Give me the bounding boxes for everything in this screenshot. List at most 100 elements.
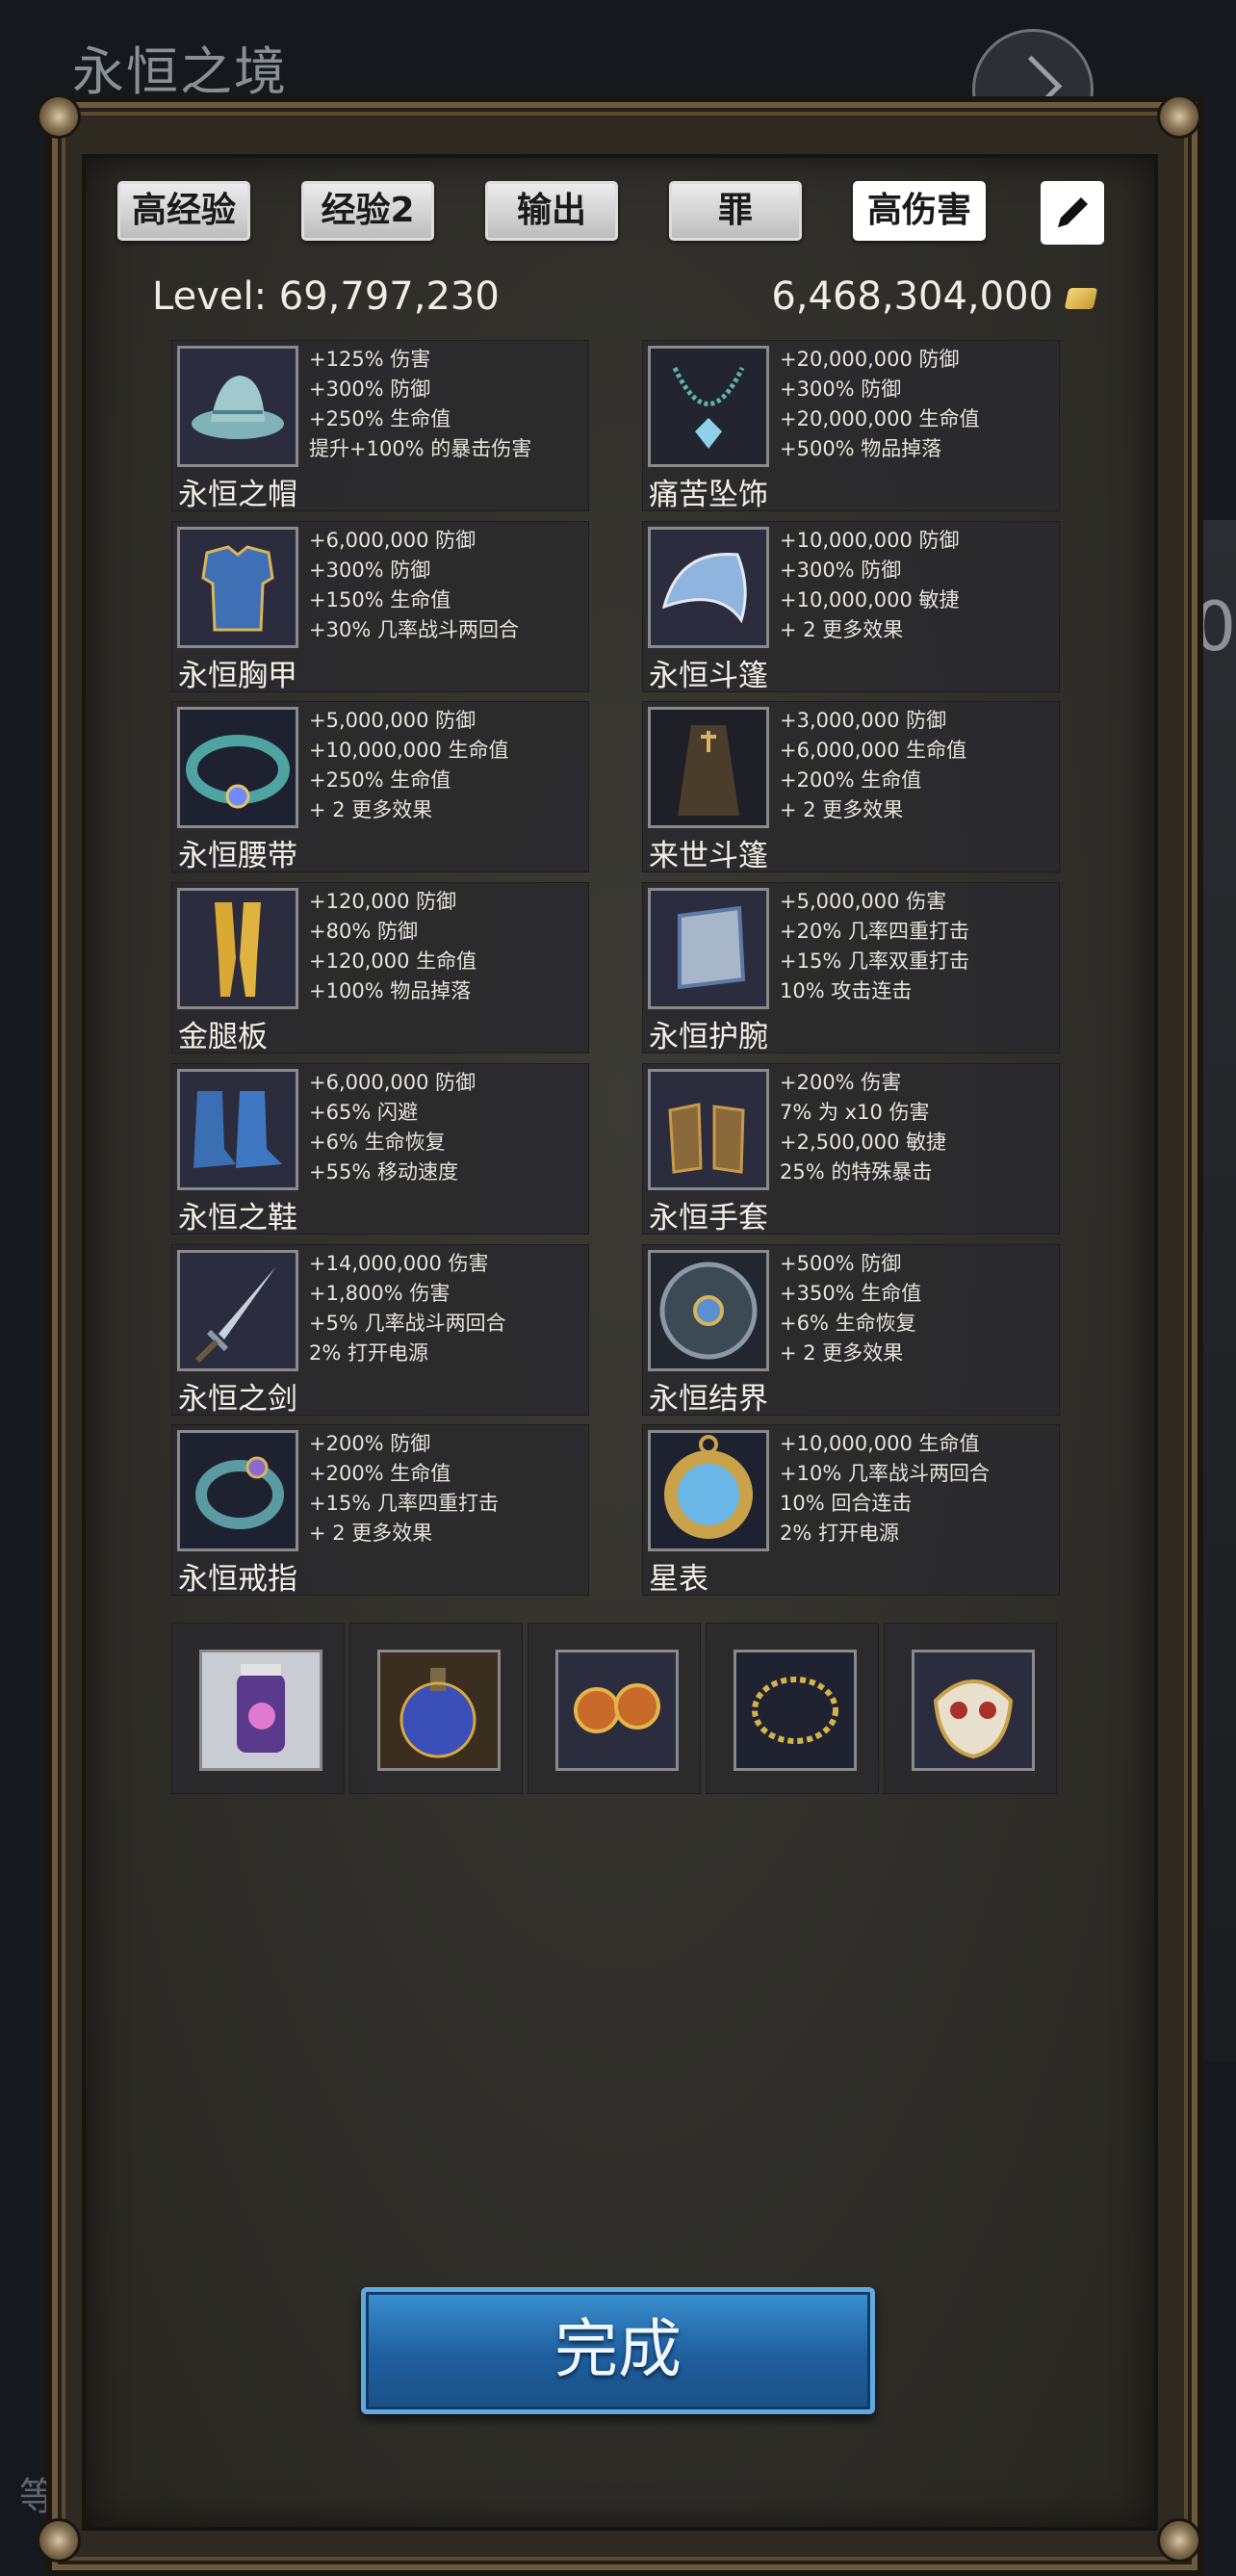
equipment-stat-line: 10% 攻击连击	[780, 979, 913, 1002]
equipment-name: 永恒腰带	[178, 839, 297, 873]
equipment-stat-line: +5% 几率战斗两回合	[309, 1312, 506, 1335]
equipment-stat-line: +3,000,000 防御	[780, 709, 947, 732]
equipment-stat-line: +6,000,000 防御	[309, 1071, 476, 1094]
equipment-slot[interactable]: +6,000,000 防御 +65% 闪避 +6% 生命恢复 +55% 移动速度 永恒之…	[171, 1063, 589, 1236]
equipment-stats: +200% 防御 +200% 生命值 +15% 几率四重打击 + 2 更多效果	[309, 1429, 499, 1548]
equipment-stat-line: +55% 移动速度	[309, 1160, 458, 1184]
equipment-stat-line: + 2 更多效果	[309, 1522, 433, 1545]
sword-icon	[177, 1250, 298, 1371]
tab-high-exp[interactable]: 高经验	[117, 181, 250, 241]
tab-exp2[interactable]: 经验2	[301, 181, 434, 241]
equipment-stat-line: +200% 生命值	[309, 1462, 451, 1485]
pauldron-icon	[648, 527, 769, 648]
equipment-stats: +3,000,000 防御 +6,000,000 生命值 +200% 生命值 + 2 …	[780, 706, 966, 825]
equipment-stat-line: +6,000,000 防御	[309, 529, 476, 552]
equipment-stat-line: +80% 防御	[309, 920, 418, 943]
tab-output[interactable]: 输出	[485, 181, 618, 241]
pocket-watch-icon	[648, 1430, 769, 1551]
equipment-stat-line: +6% 生命恢复	[780, 1312, 916, 1335]
equipment-stat-line: +500% 物品掉落	[780, 437, 942, 460]
equipment-name: 永恒之帽	[178, 478, 297, 512]
equipment-stats: +5,000,000 防御 +10,000,000 生命值 +250% 生命值 + 2…	[309, 706, 509, 825]
consumable-slot[interactable]	[528, 1623, 701, 1794]
equipment-slot[interactable]: +6,000,000 防御 +300% 防御 +150% 生命值 +30% 几率战斗两…	[171, 521, 589, 693]
equipment-stat-line: +6,000,000 生命值	[780, 739, 967, 762]
equipment-stat-line: +500% 防御	[780, 1252, 902, 1275]
equipment-stat-line: 25% 的特殊暴击	[780, 1160, 933, 1184]
background-title: 永恒之境	[72, 41, 288, 102]
equipment-slot[interactable]: +125% 伤害 +300% 防御 +250% 生命值 提升+100% 的暴击伤害 永恒…	[171, 340, 589, 512]
equipment-slot[interactable]: +20,000,000 防御 +300% 防御 +20,000,000 生命值 +50…	[642, 340, 1060, 512]
equipment-stat-line: +120,000 防御	[309, 890, 457, 913]
consumable-slot[interactable]	[349, 1623, 523, 1794]
equipment-stat-line: +65% 闪避	[309, 1101, 418, 1124]
frame-corner-ornament-icon	[37, 2518, 81, 2563]
equipment-slot[interactable]: +5,000,000 伤害 +20% 几率四重打击 +15% 几率双重打击 10% 攻…	[642, 882, 1060, 1054]
equipment-stat-line: +250% 生命值	[309, 768, 451, 792]
equipment-name: 星表	[649, 1562, 708, 1597]
equipment-stat-line: +150% 生命值	[309, 588, 451, 611]
equipment-stats: +125% 伤害 +300% 防御 +250% 生命值 提升+100% 的暴击伤害	[309, 345, 531, 464]
equipment-stat-line: +14,000,000 伤害	[309, 1252, 489, 1275]
equipment-stats: +500% 防御 +350% 生命值 +6% 生命恢复 + 2 更多效果	[780, 1249, 921, 1368]
thorn-crown-icon	[734, 1650, 857, 1771]
equipment-stat-line: +20,000,000 防御	[780, 348, 960, 371]
equipment-stat-line: +300% 防御	[780, 559, 902, 582]
tab-sin[interactable]: 罪	[669, 181, 802, 241]
edit-loadout-button[interactable]	[1041, 181, 1104, 245]
equipment-slot[interactable]: +120,000 防御 +80% 防御 +120,000 生命值 +100% 物品掉落…	[171, 882, 589, 1054]
shield-icon	[648, 1250, 769, 1371]
pencil-icon	[1058, 197, 1088, 227]
level-label: Level:	[152, 274, 268, 319]
equipment-stat-line: +10% 几率战斗两回合	[780, 1462, 990, 1485]
equipment-slot[interactable]: +10,000,000 生命值 +10% 几率战斗两回合 10% 回合连击 2% 打开…	[642, 1424, 1060, 1597]
equipment-stat-line: 2% 打开电源	[780, 1522, 899, 1545]
equipment-name: 永恒之鞋	[178, 1201, 297, 1236]
equipment-stat-line: +200% 生命值	[780, 768, 922, 792]
equipment-name: 永恒护腕	[649, 1020, 768, 1054]
equipment-name: 永恒胸甲	[178, 659, 297, 693]
equipment-stat-line: +125% 伤害	[309, 348, 431, 371]
consumable-slot[interactable]	[884, 1623, 1057, 1794]
frame-corner-ornament-icon	[1157, 94, 1201, 139]
equipment-stat-line: +5,000,000 防御	[309, 709, 476, 732]
equipment-slot[interactable]: +14,000,000 伤害 +1,800% 伤害 +5% 几率战斗两回合 2% 打开…	[171, 1244, 589, 1417]
equipment-slot[interactable]: +5,000,000 防御 +10,000,000 生命值 +250% 生命值 + 2…	[171, 701, 589, 873]
done-button[interactable]: 完成	[361, 2287, 875, 2414]
equipment-stat-line: +10,000,000 生命值	[780, 1432, 980, 1455]
equipment-stat-line: +10,000,000 敏捷	[780, 588, 960, 611]
equipment-stat-line: +2,500,000 敏捷	[780, 1131, 947, 1154]
hat-icon	[177, 346, 298, 467]
equipment-stat-line: +300% 防御	[780, 377, 902, 401]
equipment-stat-line: +5,000,000 伤害	[780, 890, 947, 913]
done-button-label: 完成	[554, 2312, 682, 2386]
equipment-slot[interactable]: +200% 伤害 7% 为 x10 伤害 +2,500,000 敏捷 25% 的特殊暴…	[642, 1063, 1060, 1236]
bracer-icon	[648, 888, 769, 1009]
frame-corner-ornament-icon	[1157, 2518, 1201, 2563]
equipment-stat-line: +15% 几率双重打击	[780, 950, 969, 973]
equipment-stat-line: + 2 更多效果	[309, 798, 433, 821]
equipment-stats: +6,000,000 防御 +300% 防御 +150% 生命值 +30% 几率战斗两…	[309, 526, 519, 645]
equipment-slot[interactable]: +10,000,000 防御 +300% 防御 +10,000,000 敏捷 + 2 …	[642, 521, 1060, 693]
equipment-slot[interactable]: +200% 防御 +200% 生命值 +15% 几率四重打击 + 2 更多效果 永恒戒指	[171, 1424, 589, 1597]
equipment-slot[interactable]: +3,000,000 防御 +6,000,000 生命值 +200% 生命值 + 2 …	[642, 701, 1060, 873]
cloak-icon	[648, 707, 769, 828]
equipment-stat-line: +20% 几率四重打击	[780, 920, 969, 943]
consumable-slot[interactable]	[171, 1623, 345, 1794]
equipment-stat-line: +100% 物品掉落	[309, 979, 472, 1002]
equipment-stat-line: 2% 打开电源	[309, 1341, 428, 1365]
equipment-name: 永恒斗篷	[649, 659, 768, 693]
equipment-name: 永恒戒指	[178, 1562, 297, 1597]
consumable-slot[interactable]	[706, 1623, 879, 1794]
equipment-stat-line: +200% 防御	[309, 1432, 431, 1455]
equipment-name: 永恒结界	[649, 1382, 768, 1417]
equipment-stat-line: +30% 几率战斗两回合	[309, 618, 519, 641]
equipment-slot[interactable]: +500% 防御 +350% 生命值 +6% 生命恢复 + 2 更多效果 永恒结界	[642, 1244, 1060, 1417]
tab-high-damage[interactable]: 高伤害	[853, 181, 986, 241]
amulet-icon	[648, 346, 769, 467]
equipment-stat-line: +300% 防御	[309, 559, 431, 582]
earrings-icon	[555, 1650, 679, 1771]
equipment-stats: +14,000,000 伤害 +1,800% 伤害 +5% 几率战斗两回合 2% 打开…	[309, 1249, 506, 1368]
equipment-stats: +20,000,000 防御 +300% 防御 +20,000,000 生命值 +50…	[780, 345, 980, 464]
equipment-stats: +6,000,000 防御 +65% 闪避 +6% 生命恢复 +55% 移动速度	[309, 1068, 476, 1187]
